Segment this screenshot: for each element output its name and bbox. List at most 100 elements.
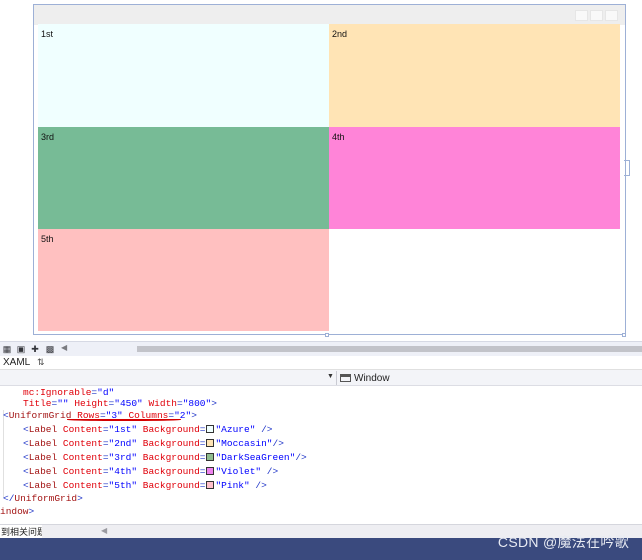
scroll-left-icon[interactable]: ◀ xyxy=(101,526,107,535)
code-punct: > xyxy=(28,506,35,517)
cell-label: 5th xyxy=(41,234,54,244)
code-tag: Label xyxy=(28,424,58,435)
fit-to-screen-icon[interactable]: ▣ xyxy=(15,343,27,355)
code-value: "450" xyxy=(114,398,143,409)
code-value: "Pink" xyxy=(215,480,250,491)
label-cell-4th[interactable]: 4th xyxy=(329,127,620,229)
resize-handle-corner[interactable] xyxy=(622,333,626,337)
fold-guide xyxy=(3,410,4,498)
code-tag: Label xyxy=(28,438,58,449)
horizontal-scrollbar[interactable] xyxy=(137,346,642,352)
code-punct: = xyxy=(199,480,206,491)
cell-label: 3rd xyxy=(41,132,55,142)
code-punct: = xyxy=(199,438,206,449)
window-icon xyxy=(340,374,351,382)
code-punct: /> xyxy=(261,466,279,477)
code-attr: Content xyxy=(62,452,103,463)
code-punct: > xyxy=(211,398,217,409)
code-value: "" xyxy=(57,398,69,409)
code-value: "DarkSeaGreen" xyxy=(215,452,296,463)
xaml-code-editor[interactable]: mc:Ignorable="d" Title="" Height="450" W… xyxy=(0,386,642,524)
code-line: </UniformGrid> xyxy=(3,492,83,505)
code-punct: </ xyxy=(3,493,15,504)
code-value: "4th" xyxy=(108,466,138,477)
code-attr: Background xyxy=(142,438,200,449)
code-value: "5th" xyxy=(108,480,138,491)
tab-xaml[interactable]: XAML xyxy=(3,357,30,368)
minimize-icon xyxy=(575,10,588,21)
code-attr: Background xyxy=(142,452,200,463)
code-tag: UniformGrid xyxy=(8,410,72,421)
code-line: indow> xyxy=(0,505,34,518)
chevron-down-icon[interactable]: ▼ xyxy=(327,373,334,380)
code-punct: = xyxy=(199,424,206,435)
code-attr: Background xyxy=(142,466,200,477)
code-line: <Label Content="1st" Background= "Azure" … xyxy=(23,423,273,436)
code-attr: Background xyxy=(142,424,200,435)
uniform-grid[interactable]: 1st 2nd 3rd 4th 5th xyxy=(38,24,620,331)
cell-label: 2nd xyxy=(332,29,348,39)
effects-icon[interactable]: ▩ xyxy=(44,343,56,355)
code-attr: Content xyxy=(62,480,103,491)
close-icon xyxy=(605,10,618,21)
label-cell-5th[interactable]: 5th xyxy=(38,229,329,331)
color-swatch-icon xyxy=(206,453,215,461)
code-value: "1st" xyxy=(108,424,138,435)
code-value: "Violet" xyxy=(215,466,262,477)
navigation-bar: ▼ Window xyxy=(0,370,642,386)
color-swatch-icon xyxy=(206,467,215,475)
swap-panes-icon[interactable]: ⇅ xyxy=(37,357,45,368)
code-value: "2nd" xyxy=(108,438,138,449)
code-tag: Label xyxy=(28,480,58,491)
window-titlebar xyxy=(34,5,625,25)
scroll-left-icon[interactable]: ◀ xyxy=(61,343,67,352)
code-attr: Width xyxy=(148,398,177,409)
maximize-icon xyxy=(590,10,603,21)
snapping-icon[interactable]: ✚ xyxy=(29,343,41,355)
code-line: <Label Content="4th" Background= "Violet"… xyxy=(23,465,278,478)
code-punct: = xyxy=(199,466,206,477)
cell-label: 1st xyxy=(41,29,54,39)
annotation-underline xyxy=(67,418,181,421)
code-punct: = xyxy=(199,452,206,463)
code-attr: Height xyxy=(74,398,109,409)
designer-toolbar: ▦ ▣ ✚ ▩ ◀ xyxy=(0,341,642,356)
editor-tabstrip: XAML ⇅ xyxy=(0,356,642,370)
resize-handle-right[interactable] xyxy=(624,160,630,176)
code-tag: UniformGrid xyxy=(14,493,78,504)
code-tag: Label xyxy=(28,466,58,477)
code-line: <Label Content="3rd" Background= "DarkSea… xyxy=(23,451,307,464)
code-tag: indow xyxy=(0,506,29,517)
code-punct: > xyxy=(77,493,83,504)
code-attr: Content xyxy=(62,466,103,477)
color-swatch-icon xyxy=(206,425,215,433)
code-punct: > xyxy=(191,410,197,421)
watermark: CSDN @魔法在吟歌 xyxy=(497,534,629,550)
element-selector[interactable]: Window xyxy=(340,371,390,385)
label-cell-3rd[interactable]: 3rd xyxy=(38,127,329,229)
code-punct: /> xyxy=(272,438,284,449)
color-swatch-icon xyxy=(206,439,215,447)
code-tag: Label xyxy=(28,452,58,463)
code-punct: /> xyxy=(295,452,307,463)
element-selector-label: Window xyxy=(354,372,390,384)
label-cell-1st[interactable]: 1st xyxy=(38,24,329,127)
code-attr: Background xyxy=(142,480,200,491)
code-value: "Azure" xyxy=(215,424,256,435)
design-surface[interactable]: 1st 2nd 3rd 4th 5th xyxy=(0,0,642,342)
label-cell-2nd[interactable]: 2nd xyxy=(329,24,620,127)
color-swatch-icon xyxy=(206,481,215,489)
visual-studio-xaml-editor: 1st 2nd 3rd 4th 5th ▦ ▣ ✚ ▩ ◀ XAML ⇅ ▼ W… xyxy=(0,0,642,560)
code-attr: Title xyxy=(23,398,52,409)
error-list-tab[interactable]: 到相关问题 xyxy=(0,525,42,539)
resize-handle-bottom[interactable] xyxy=(325,333,329,337)
code-attr: Content xyxy=(62,424,103,435)
code-value: "800" xyxy=(182,398,212,409)
code-value: "Moccasin" xyxy=(215,438,273,449)
grid-view-icon[interactable]: ▦ xyxy=(1,343,13,355)
code-punct: /> xyxy=(255,424,273,435)
code-line: <Label Content="5th" Background= "Pink" /… xyxy=(23,479,267,492)
window-preview[interactable]: 1st 2nd 3rd 4th 5th xyxy=(33,4,626,335)
code-punct: /> xyxy=(249,480,267,491)
code-attr: Content xyxy=(62,438,103,449)
